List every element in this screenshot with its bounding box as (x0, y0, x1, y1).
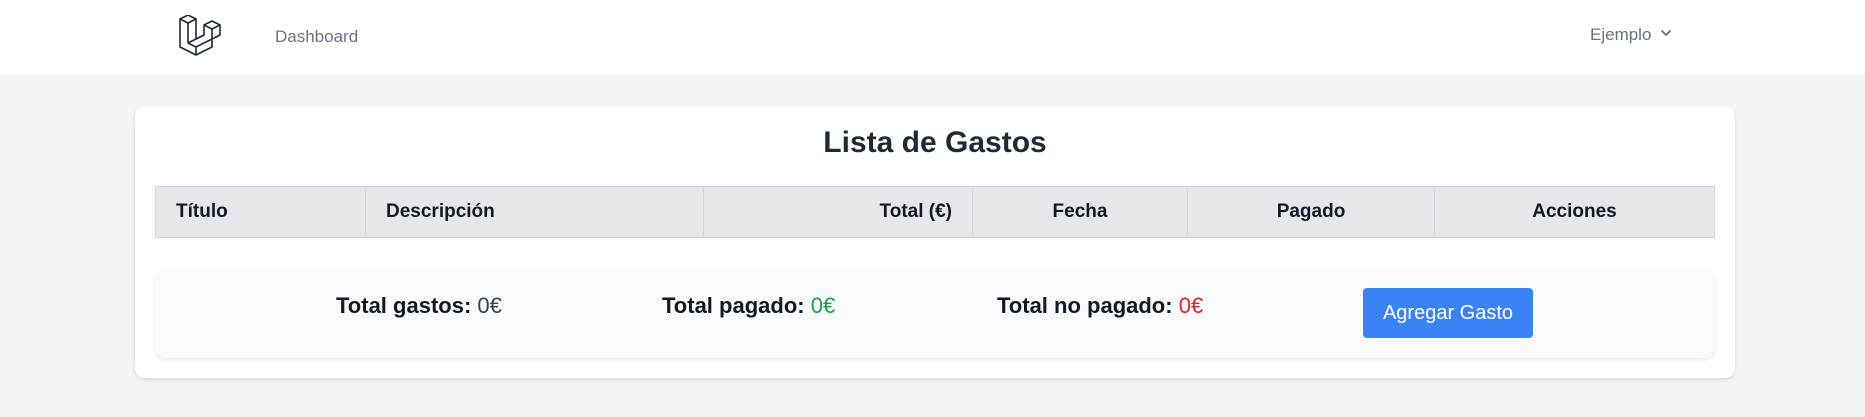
column-header-fecha: Fecha (973, 187, 1188, 237)
total-no-pagado-label: Total no pagado: (997, 293, 1173, 318)
total-gastos: Total gastos: 0€ (336, 293, 502, 319)
add-expense-button[interactable]: Agregar Gasto (1363, 288, 1533, 338)
total-pagado-value: 0€ (810, 293, 836, 318)
total-gastos-value: 0€ (477, 293, 502, 318)
expenses-card: Lista de Gastos Título Descripción Total… (135, 106, 1735, 378)
column-header-pagado: Pagado (1188, 187, 1435, 237)
top-navbar: Dashboard Ejemplo (0, 0, 1865, 75)
nav-dashboard-link[interactable]: Dashboard (275, 27, 358, 47)
total-pagado: Total pagado: 0€ (662, 293, 835, 319)
column-header-acciones: Acciones (1532, 201, 1617, 222)
total-pagado-label: Total pagado: (662, 293, 805, 318)
expenses-table-header: Título Descripción Total (€) Fecha Pagad… (155, 186, 1715, 238)
total-no-pagado-value: 0€ (1178, 293, 1204, 318)
page-title: Lista de Gastos (823, 126, 1047, 159)
total-gastos-label: Total gastos: (336, 293, 472, 318)
chevron-down-icon (1659, 25, 1673, 45)
totals-summary: Total gastos: 0€ Total pagado: 0€ Total … (155, 271, 1715, 358)
laravel-logo-icon[interactable] (178, 14, 222, 57)
user-name: Ejemplo (1590, 25, 1652, 44)
column-header-total: Total (€) (704, 187, 973, 237)
total-no-pagado: Total no pagado: 0€ (997, 293, 1203, 319)
column-header-descripcion: Descripción (366, 187, 704, 237)
column-header-titulo: Título (156, 187, 366, 237)
user-menu-dropdown[interactable]: Ejemplo (1590, 25, 1673, 45)
